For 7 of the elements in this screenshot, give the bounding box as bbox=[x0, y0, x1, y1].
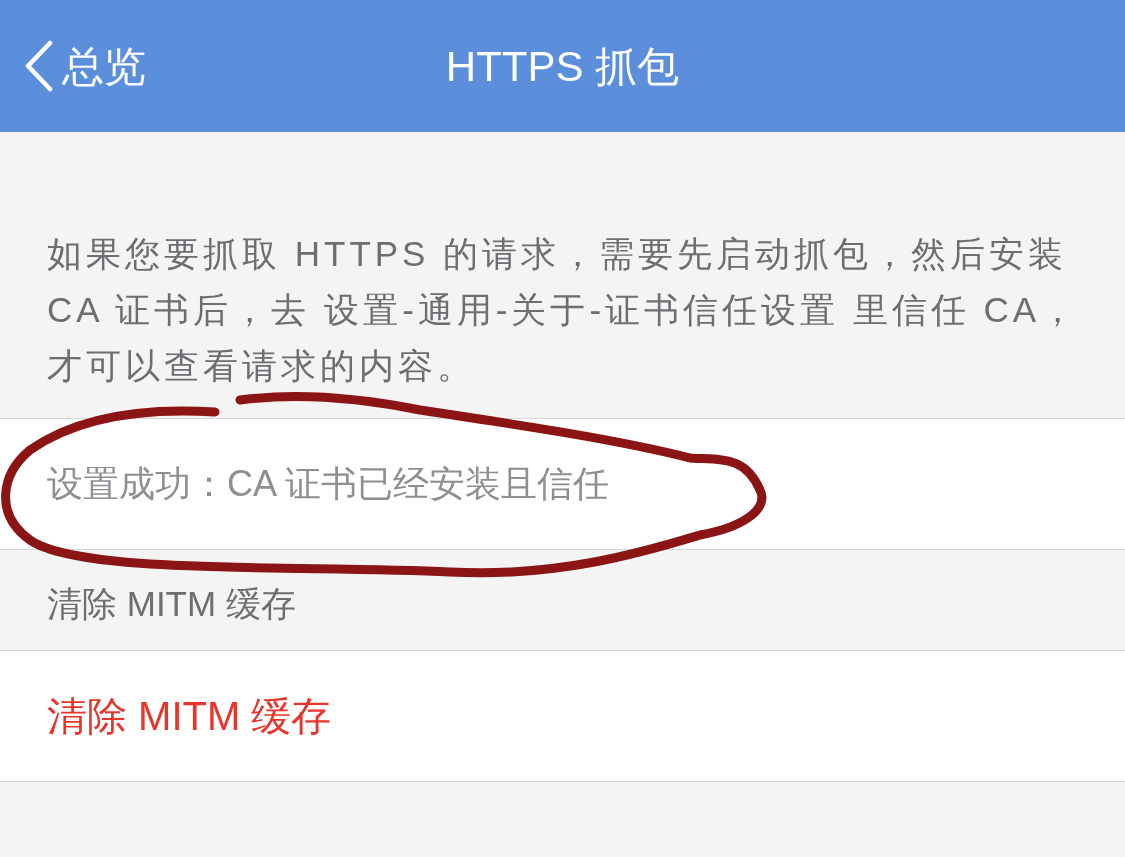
section-header: 清除 MITM 缓存 bbox=[47, 582, 296, 625]
page-title: HTTPS 抓包 bbox=[445, 41, 680, 92]
back-chevron-icon bbox=[24, 40, 54, 92]
status-text: 设置成功：CA 证书已经安装且信任 bbox=[47, 462, 610, 506]
clear-cache-button[interactable]: 清除 MITM 缓存 bbox=[0, 650, 1125, 782]
description-text: 如果您要抓取 HTTPS 的请求，需要先启动抓包，然后安装 CA 证书后，去 设置-通用-关于-证书信任设置 里信任 CA，才可以查看请求的内容。 bbox=[46, 233, 1081, 387]
back-button[interactable]: 总览 bbox=[0, 34, 146, 98]
